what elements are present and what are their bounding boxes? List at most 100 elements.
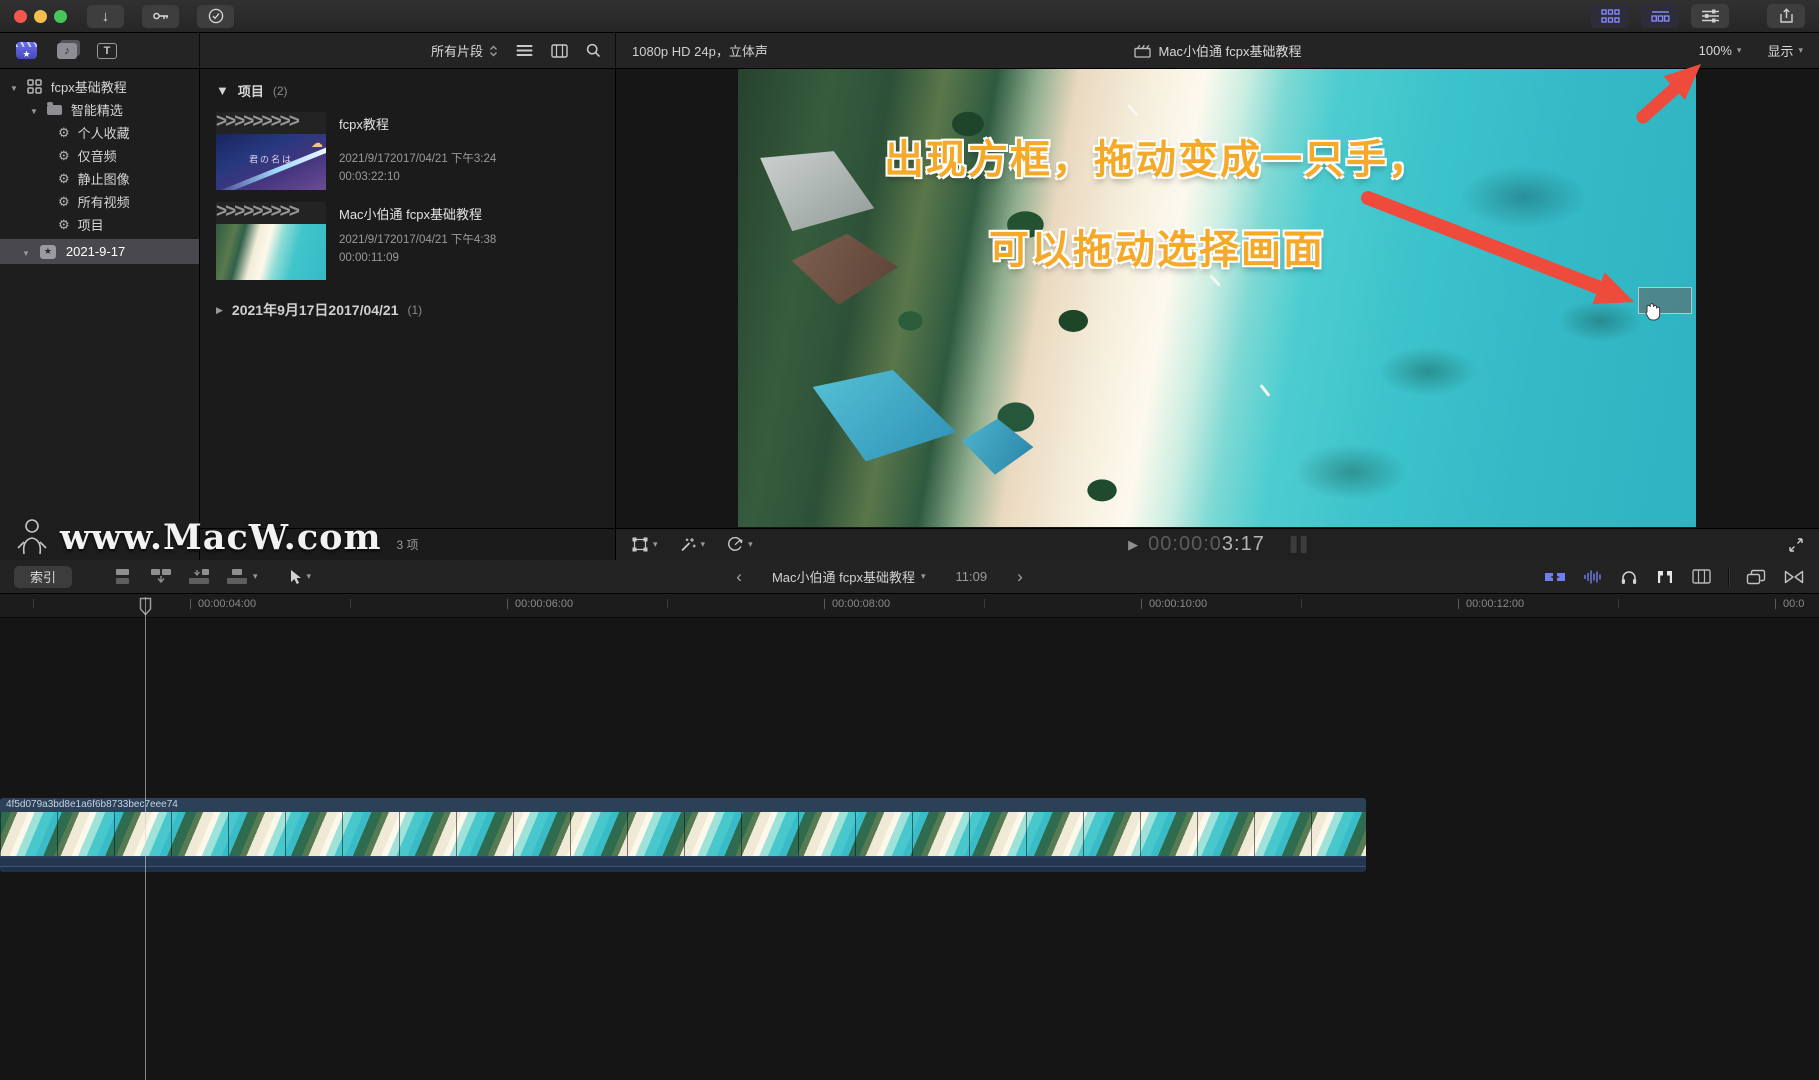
sidebar-item-library[interactable]: fcpx基础教程 [0,75,199,98]
inspector-sliders-icon [1701,9,1719,23]
sidebar-item-favorites[interactable]: 个人收藏 [0,121,199,144]
timeline-clip-title: Mac小伯通 fcpx基础教程 [771,570,915,585]
clip-title: fcpx教程 [339,117,389,132]
titlebar [0,0,1819,33]
clip-filter-dropdown[interactable]: 所有片段 [431,41,498,60]
disclosure-triangle-icon[interactable] [10,79,18,94]
library-grid-icon [27,79,42,94]
playhead-line[interactable] [145,597,146,1080]
keyword-editor-button[interactable] [142,4,179,28]
view-options-dropdown[interactable]: 显示 [1767,41,1803,60]
timeline-toolbar: 索引 ‹ Mac小伯通 fcpx基础教程 11:09 › [0,560,1819,594]
sidebar-item-label: 所有视频 [77,195,130,210]
play-button[interactable] [1128,537,1138,553]
ruler-tick-label: 00:0 [1783,598,1805,610]
bowtie-transitions-icon[interactable] [1783,569,1805,585]
fullscreen-button[interactable] [1789,537,1803,552]
timeline-ruler[interactable]: 00:00:04:00 00:00:06:00 00:00:08:00 00:0… [0,594,1819,618]
timeline-clip-duration: 11:09 [955,569,988,584]
sidebar-item-smart-collections[interactable]: 智能精选 [0,98,199,121]
trim-tool-icon[interactable] [1544,569,1566,585]
tool-select-dropdown[interactable] [288,569,312,585]
browser-collapsed-group[interactable]: 2021年9月17日2017/04/21 (1) [216,300,615,320]
chevron-down-icon [1798,46,1803,55]
sidebar-item-stills[interactable]: 静止图像 [0,167,199,190]
next-clip-button[interactable]: › [1017,568,1023,585]
close-button[interactable] [14,9,27,23]
disclosure-triangle-icon[interactable] [30,102,38,117]
clip-date: 2021/9/172017/04/21 下午3:24 [339,152,497,165]
titles-generators-icon[interactable] [97,42,117,59]
zoom-button[interactable] [54,9,67,23]
connect-edit-icon[interactable] [112,568,134,585]
ruler-tick-label: 00:00:06:00 [515,598,574,610]
clip-thumbnail[interactable]: >>>>>>>>> [216,202,326,280]
index-button[interactable]: 索引 [14,565,72,588]
audio-meters[interactable] [1290,536,1307,553]
timeline-history-icon[interactable] [1746,569,1766,585]
sidebar-item-audio-only[interactable]: 仅音频 [0,144,199,167]
list-view-icon[interactable] [516,44,533,57]
timeline-area[interactable]: 4f5d079a3bd8e1a6f6b8733bec7eee74 [0,618,1819,1080]
gear-icon [58,194,70,209]
timeline-clip-name: 4f5d079a3bd8e1a6f6b8733bec7eee74 [0,798,1366,812]
background-tasks-button[interactable] [197,4,234,28]
clapperboard-library-icon[interactable] [16,42,37,59]
previous-clip-button[interactable]: ‹ [736,568,742,585]
chevron-down-icon [253,572,258,581]
ruler-tick-label: 00:00:12:00 [1466,598,1525,610]
share-button[interactable] [1767,4,1805,28]
sidebar-item-event-selected[interactable]: 2021-9-17 [0,239,199,264]
sidebar-item-all-video[interactable]: 所有视频 [0,190,199,213]
filmstrip-view-icon[interactable] [551,43,568,58]
clip-thumbnail-image [216,224,326,280]
audio-skimming-icon[interactable] [1583,569,1603,585]
import-media-button[interactable] [87,4,124,28]
zoom-level-dropdown[interactable]: 100% [1699,43,1742,58]
overwrite-edit-icon[interactable] [226,568,248,585]
item-count-status: 3 项 [396,538,419,552]
solo-headphones-icon[interactable] [1620,569,1638,585]
browser-toolbar: 所有片段 [200,33,616,68]
disclosure-triangle-icon[interactable] [22,244,30,259]
show-timeline-button[interactable] [1641,4,1679,28]
timeline-clip[interactable]: 4f5d079a3bd8e1a6f6b8733bec7eee74 [0,798,1366,872]
disclosure-triangle-icon[interactable] [216,305,223,316]
retime-dropdown[interactable] [727,537,753,552]
video-canvas[interactable]: 出现方框，拖动变成一只手， 可以拖动选择画面 [738,69,1696,527]
browser-group-header[interactable]: 项目 (2) [200,69,615,100]
library-name: fcpx基础教程 [50,80,127,95]
transform-tool-dropdown[interactable] [632,537,658,552]
viewer-project-title-text: Mac小伯通 fcpx基础教程 [1158,44,1302,59]
event-star-icon [39,244,56,259]
photos-audio-icon[interactable] [57,42,77,59]
clip-appearance-icon[interactable] [1692,569,1711,584]
ruler-tick-label: 00:00:04:00 [198,598,257,610]
gear-icon [58,148,70,163]
enhancements-dropdown[interactable] [680,537,706,552]
sidebar-item-projects[interactable]: 项目 [0,213,199,236]
clip-thumbnail[interactable]: >>>>>>>>> 君の名は [216,112,326,190]
hand-cursor-icon [1643,302,1661,321]
updown-chevron-icon [490,45,497,56]
timeline-clip-dropdown[interactable]: Mac小伯通 fcpx基础教程 [772,567,926,586]
chevron-down-icon [748,540,753,549]
insert-edit-icon[interactable] [150,568,172,585]
show-inspector-button[interactable] [1691,4,1729,28]
search-icon[interactable] [586,43,601,58]
disclosure-triangle-icon[interactable] [216,83,229,98]
snapping-icon[interactable] [1655,569,1675,585]
clip-duration: 00:00:11:09 [339,251,399,264]
viewer-toolbar: 1080p HD 24p，立体声 Mac小伯通 fcpx基础教程 100% 显示 [616,33,1819,68]
browser-clip-fcpx[interactable]: >>>>>>>>> 君の名は fcpx教程 2021/9/172017/04/2… [216,112,615,190]
crop-drag-box[interactable] [1638,287,1692,321]
timeline-strip-icon [1650,10,1670,22]
watermark: www.MacW.com [10,514,382,558]
show-browser-button[interactable] [1591,4,1629,28]
browser-clip-macxiaobaitong[interactable]: >>>>>>>>> Mac小伯通 fcpx基础教程 2021/9/172017/… [216,202,615,280]
append-edit-icon[interactable] [188,568,210,585]
fullscreen-icon [1789,537,1803,552]
minimize-button[interactable] [34,9,47,23]
viewer-control-bar: 00:00:03:17 [616,528,1819,560]
thumbnail-title-text: 君の名は [248,154,294,165]
